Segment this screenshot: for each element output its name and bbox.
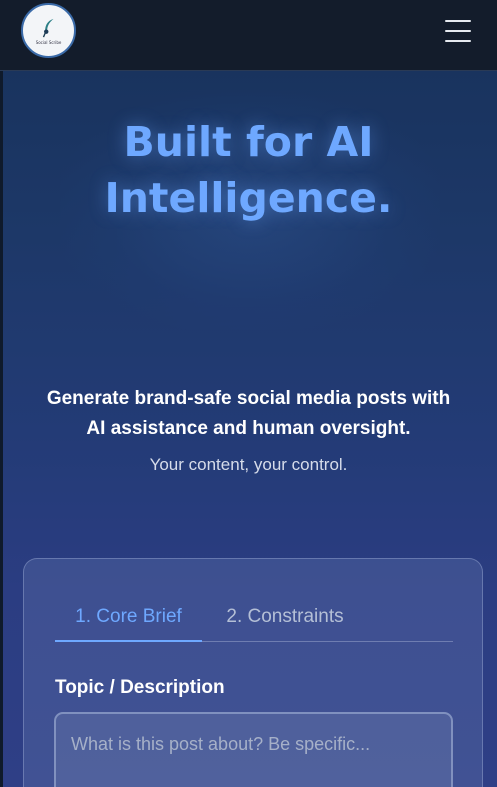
tab-constraints[interactable]: 2. Constraints	[215, 599, 355, 642]
app-logo[interactable]: Social Scribe	[21, 3, 76, 58]
hero-tagline: Your content, your control.	[149, 455, 348, 474]
topic-textarea[interactable]	[54, 712, 453, 787]
hero-subtitle: Generate brand-safe social media posts w…	[46, 388, 451, 439]
hero-title-line-2: Intelligence.	[104, 174, 393, 222]
hero-title: Built for AI Intelligence.	[0, 114, 497, 226]
quill-icon	[42, 18, 54, 37]
tab-core-brief[interactable]: 1. Core Brief	[55, 599, 202, 642]
form-tabs: 1. Core Brief 2. Constraints	[55, 599, 453, 642]
logo-text: Social Scribe	[35, 39, 62, 45]
hamburger-menu-icon[interactable]	[444, 17, 472, 45]
post-brief-form: 1. Core Brief 2. Constraints Topic / Des…	[23, 558, 483, 787]
topic-label: Topic / Description	[55, 677, 225, 698]
top-navbar: Social Scribe	[0, 0, 497, 71]
hero-title-line-1: Built for AI	[123, 118, 374, 166]
